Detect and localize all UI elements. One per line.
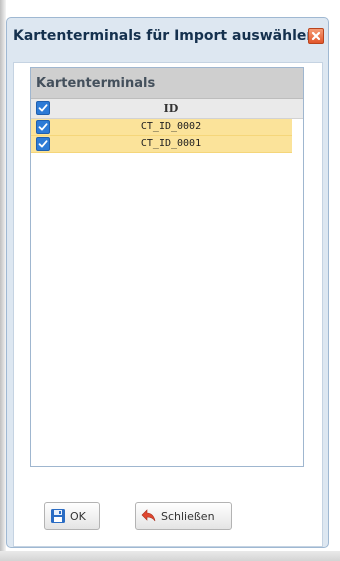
import-dialog: Kartenterminals für Import auswählen Kar… [6,17,329,548]
row-checkbox[interactable] [36,120,50,134]
close-button[interactable] [308,28,324,44]
terminals-grid: Kartenterminals ID CT_ID_0002 CT_ID_0001 [30,67,304,467]
row-id-cell: CT_ID_0001 [140,138,202,149]
close-dialog-button-label: Schließen [161,509,215,523]
dialog-title: Kartenterminals für Import auswählen [13,28,313,44]
checkmark-icon [38,104,48,112]
row-id-cell: CT_ID_0002 [140,121,202,132]
save-icon [51,509,65,523]
ok-button[interactable]: OK [44,502,100,530]
background-bar [0,551,340,561]
table-row[interactable]: CT_ID_0001 [31,136,292,153]
row-checkbox[interactable] [36,137,50,151]
column-header-id[interactable]: ID [55,99,287,118]
select-all-checkbox[interactable] [36,101,50,115]
close-icon [311,31,321,41]
checkmark-icon [38,123,48,131]
grid-title: Kartenterminals [31,68,303,99]
checkmark-icon [38,140,48,148]
column-header-row: ID [31,99,303,119]
ok-button-label: OK [70,509,86,523]
table-row[interactable]: CT_ID_0002 [31,119,292,136]
close-dialog-button[interactable]: Schließen [135,502,232,530]
undo-icon [141,509,156,522]
